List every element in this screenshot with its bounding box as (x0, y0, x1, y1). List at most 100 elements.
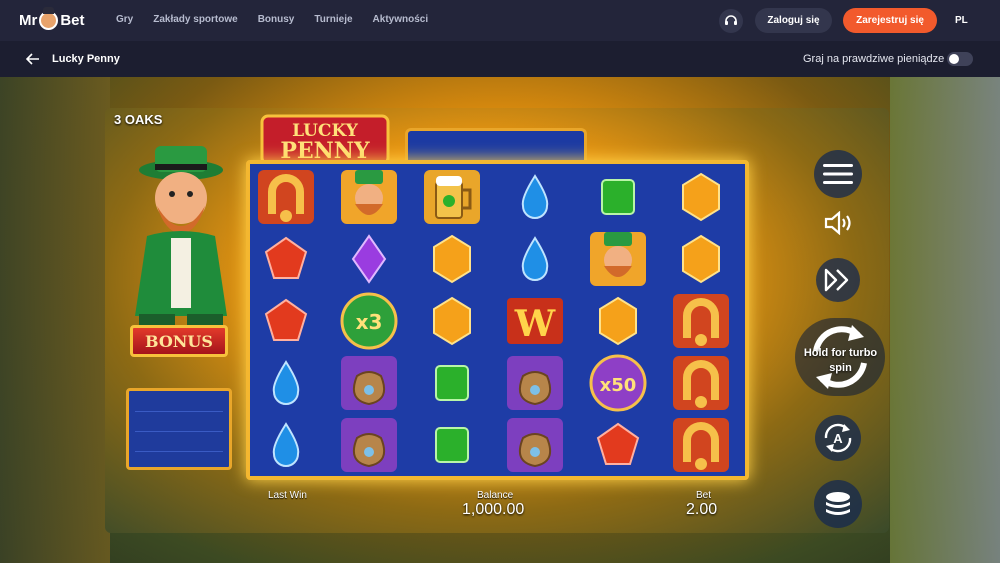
bonus-buy-button[interactable]: BONUS (130, 325, 228, 357)
gem-green-symbol-icon (601, 179, 635, 215)
provider-logo: 3 OAKS (114, 112, 163, 127)
sound-button[interactable] (819, 204, 857, 242)
gem-orange-symbol-icon (599, 296, 637, 346)
bonus-panel (126, 388, 232, 470)
reel-symbol-gem-green (422, 416, 482, 474)
reel-symbol-gem-blue (505, 168, 565, 226)
horseshoe-symbol-icon (258, 170, 314, 224)
reel-grid: x3 Wx50 (246, 160, 749, 480)
back-button[interactable] (25, 52, 40, 68)
nav-item-games[interactable]: Gry (116, 14, 133, 25)
reel-symbol-x50: x50 (588, 354, 648, 412)
reel-symbol-beer (422, 168, 482, 226)
reel-symbol-gem-blue (505, 230, 565, 288)
last-win-label: Last Win (268, 490, 307, 501)
reel-symbol-gem-green (588, 168, 648, 226)
reel-symbol-gem-red (588, 416, 648, 474)
logo-text-left: Mr (19, 12, 38, 29)
nav-item-tournaments[interactable]: Turnieje (314, 14, 352, 25)
reel-symbol-gem-orange (588, 292, 648, 350)
language-selector[interactable]: PL (955, 15, 968, 26)
turbo-spin-hint: Hold for turbo spin (803, 347, 878, 374)
reel-symbol-bag (505, 416, 565, 474)
reel-symbol-gem-orange (671, 230, 731, 288)
gem-red-symbol-icon (264, 236, 308, 279)
reel-symbol-horseshoe (256, 168, 316, 226)
balance-value: 1,000.00 (462, 501, 525, 518)
horseshoe-symbol-icon (673, 294, 729, 348)
reel-symbol-gem-purple (339, 230, 399, 288)
bag-symbol-icon (341, 418, 397, 472)
balance-label: Balance (477, 490, 514, 501)
reel-symbol-leprechaun (588, 230, 648, 288)
x3-symbol-icon: x3 (340, 292, 398, 350)
bet-label: Bet (696, 490, 712, 501)
multiplier-x3-label: x3 (356, 310, 383, 334)
reel-symbol-gem-orange (422, 230, 482, 288)
lucky-penny-logo: LUCKY PENNY (260, 114, 390, 166)
sound-icon (824, 211, 851, 235)
gem-orange-symbol-icon (433, 234, 471, 284)
bet-settings-button[interactable] (814, 480, 862, 528)
reel-symbol-gem-red (256, 292, 316, 350)
coins-icon (826, 492, 850, 515)
background-blur-right (890, 77, 1000, 563)
reel-top-tab (405, 128, 587, 161)
gem-orange-symbol-icon (433, 296, 471, 346)
wild-symbol-icon: W (507, 298, 563, 345)
gem-orange-symbol-icon (682, 234, 720, 284)
logo-text-right: Bet (60, 12, 85, 29)
gem-blue-symbol-icon (521, 236, 549, 281)
bet-value[interactable]: 2.00 (686, 501, 717, 519)
nav-item-sports-betting[interactable]: Zakłady sportowe (153, 14, 237, 25)
background-blur-left (0, 77, 110, 563)
bag-symbol-icon (507, 418, 563, 472)
gem-red-symbol-icon (596, 422, 640, 465)
gem-red-symbol-icon (264, 298, 308, 341)
turbo-button[interactable] (816, 258, 860, 302)
leprechaun-symbol-icon (590, 232, 646, 286)
reel-symbol-wild: W (505, 292, 565, 350)
gem-blue-symbol-icon (272, 422, 300, 467)
menu-icon (823, 164, 853, 184)
leprechaun-symbol-icon (341, 170, 397, 224)
gem-green-symbol-icon (435, 365, 469, 401)
gem-orange-symbol-icon (682, 172, 720, 222)
arrow-left-icon (25, 53, 39, 65)
game-frame[interactable]: 3 OAKS BONUS LUCKY PENNY x3 Wx50 Last Wi… (105, 108, 889, 533)
svg-text:A: A (833, 431, 843, 446)
gem-green-symbol-icon (435, 427, 469, 463)
nav-item-bonuses[interactable]: Bonusy (258, 14, 295, 25)
gem-purple-symbol-icon (351, 234, 387, 284)
multiplier-x50-label: x50 (600, 375, 637, 396)
real-money-label: Graj na prawdziwe pieniądze (803, 53, 945, 65)
wild-label: W (514, 303, 556, 345)
reel-symbol-horseshoe (671, 416, 731, 474)
beer-symbol-icon (424, 170, 480, 224)
brand-logo[interactable]: Mr Bet (19, 7, 85, 30)
support-button[interactable] (719, 9, 743, 33)
autoplay-button[interactable]: A (815, 415, 861, 461)
reel-symbol-gem-green (422, 354, 482, 412)
horseshoe-symbol-icon (673, 356, 729, 410)
headset-icon (725, 15, 737, 25)
reel-symbol-bag (505, 354, 565, 412)
reel-symbol-bag (339, 416, 399, 474)
register-button[interactable]: Zarejestruj się (843, 8, 937, 33)
nav-item-activities[interactable]: Aktywności (373, 14, 429, 25)
top-navigation-bar: Mr Bet Gry Zakłady sportowe Bonusy Turni… (0, 0, 1000, 41)
reel-symbol-leprechaun (339, 168, 399, 226)
reel-symbol-bag (339, 354, 399, 412)
reel-symbol-gem-orange (422, 292, 482, 350)
menu-button[interactable] (814, 150, 862, 198)
horseshoe-symbol-icon (673, 418, 729, 472)
login-button[interactable]: Zaloguj się (755, 8, 832, 33)
bag-symbol-icon (507, 356, 563, 410)
reel-symbol-x3: x3 (339, 292, 399, 350)
gem-blue-symbol-icon (272, 360, 300, 405)
reel-symbol-gem-red (256, 230, 316, 288)
reel-symbol-horseshoe (671, 292, 731, 350)
real-money-toggle[interactable] (947, 52, 973, 66)
logo-face-icon (39, 7, 59, 30)
game-title: Lucky Penny (52, 53, 120, 65)
